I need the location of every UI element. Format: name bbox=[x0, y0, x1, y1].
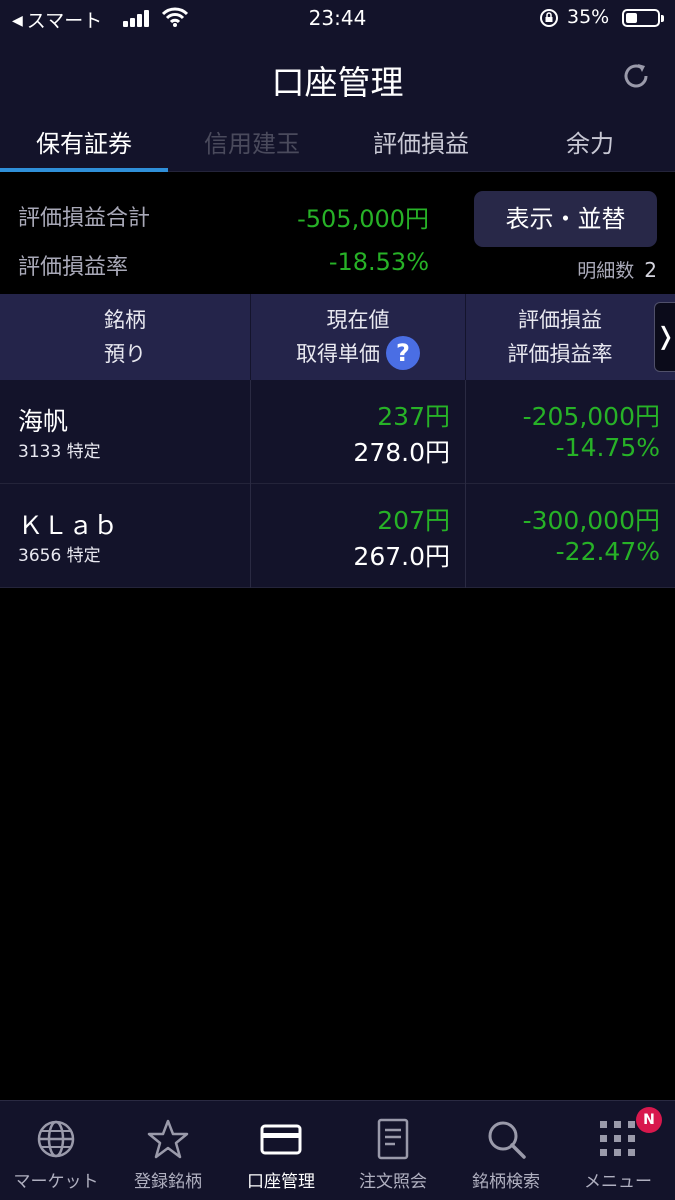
battery-icon bbox=[622, 9, 664, 27]
tab-valuation[interactable]: 評価損益 bbox=[337, 118, 505, 172]
pl-value: -300,000円 bbox=[522, 506, 660, 535]
refresh-icon[interactable] bbox=[620, 60, 652, 92]
header-col-stock[interactable]: 銘柄 預り bbox=[0, 294, 251, 380]
globe-icon bbox=[37, 1120, 75, 1158]
help-icon[interactable]: ? bbox=[386, 336, 420, 370]
nav-watchlist[interactable]: 登録銘柄 bbox=[112, 1101, 224, 1200]
nav-account-label: 口座管理 bbox=[247, 1172, 315, 1192]
nav-market-label: マーケット bbox=[13, 1172, 99, 1192]
tab-margin-label: 信用建玉 bbox=[204, 130, 300, 158]
nav-account[interactable]: 口座管理 bbox=[225, 1101, 337, 1200]
pl-rate-value: -18.53% bbox=[328, 248, 429, 276]
item-count: 明細数 2 bbox=[577, 256, 657, 283]
nav-menu-label: メニュー bbox=[584, 1172, 652, 1192]
pl-rate-label: 評価損益率 bbox=[18, 255, 129, 280]
nav-orders[interactable]: 注文照会 bbox=[337, 1101, 449, 1200]
search-icon bbox=[488, 1121, 526, 1159]
tab-margin[interactable]: 信用建玉 bbox=[168, 118, 336, 172]
summary-panel: 評価損益合計 -505,000円 評価損益率 -18.53% 表示・並替 明細数… bbox=[0, 172, 675, 294]
tab-buying-power[interactable]: 余力 bbox=[506, 118, 674, 172]
total-pl-label: 評価損益合計 bbox=[18, 206, 151, 231]
item-count-value: 2 bbox=[644, 258, 657, 282]
orientation-lock-icon bbox=[540, 9, 558, 27]
header-col-price[interactable]: 現在値 取得単価? bbox=[251, 294, 466, 380]
acquired-price: 278.0円 bbox=[353, 438, 450, 467]
stock-name: 海帆 bbox=[18, 407, 69, 436]
battery-percent: 35% bbox=[567, 6, 610, 28]
total-pl-value: -505,000円 bbox=[297, 205, 429, 233]
tab-holdings-label: 保有証券 bbox=[36, 130, 132, 158]
notification-badge: N bbox=[636, 1107, 662, 1133]
header-custody-label: 預り bbox=[104, 342, 146, 366]
stock-code: 3656 特定 bbox=[18, 546, 101, 566]
star-icon bbox=[147, 1119, 189, 1159]
item-count-label: 明細数 bbox=[577, 260, 635, 282]
row-stock-cell: ＫＬａｂ 3656 特定 bbox=[0, 484, 251, 588]
table-row[interactable]: 海帆 3133 特定 237円 278.0円 -205,000円 -14.75% bbox=[0, 380, 675, 484]
nav-search-label: 銘柄検索 bbox=[472, 1172, 540, 1192]
acquired-price: 267.0円 bbox=[353, 542, 450, 571]
tab-holdings[interactable]: 保有証券 bbox=[0, 118, 168, 172]
tab-valuation-label: 評価損益 bbox=[373, 130, 469, 158]
nav-orders-label: 注文照会 bbox=[359, 1172, 427, 1192]
header-pl-rate-label: 評価損益率 bbox=[507, 342, 613, 366]
bottom-nav: マーケット 登録銘柄 口座管理 注文照会 銘柄検索 N メニュー bbox=[0, 1100, 675, 1200]
document-icon bbox=[377, 1118, 409, 1160]
row-pl-cell: -300,000円 -22.47% bbox=[466, 484, 675, 588]
header-col-pl[interactable]: 評価損益 評価損益率 bbox=[466, 294, 654, 380]
scroll-right-icon[interactable]: ❭ bbox=[654, 302, 675, 372]
status-bar: ◀ スマート 23:44 35% bbox=[0, 0, 675, 36]
grid-icon bbox=[600, 1121, 635, 1156]
tab-bar: 保有証券 信用建玉 評価損益 余力 bbox=[0, 118, 675, 172]
header-pl-label: 評価損益 bbox=[518, 308, 602, 332]
nav-bar: 口座管理 bbox=[0, 36, 675, 118]
pl-rate: -22.47% bbox=[555, 537, 660, 566]
pl-value: -205,000円 bbox=[522, 402, 660, 431]
card-icon bbox=[260, 1124, 302, 1155]
nav-market[interactable]: マーケット bbox=[0, 1101, 112, 1200]
table-header: 銘柄 預り 現在値 取得単価? 評価損益 評価損益率 bbox=[0, 294, 675, 380]
row-price-cell: 237円 278.0円 bbox=[251, 380, 466, 484]
nav-watchlist-label: 登録銘柄 bbox=[134, 1172, 202, 1192]
nav-menu[interactable]: N メニュー bbox=[562, 1101, 674, 1200]
header-stock-label: 銘柄 bbox=[104, 308, 146, 332]
page-title: 口座管理 bbox=[271, 63, 404, 102]
nav-search[interactable]: 銘柄検索 bbox=[450, 1101, 562, 1200]
stock-code: 3133 特定 bbox=[18, 442, 101, 462]
pl-rate: -14.75% bbox=[555, 433, 660, 462]
table-row[interactable]: ＫＬａｂ 3656 特定 207円 267.0円 -300,000円 -22.4… bbox=[0, 484, 675, 588]
current-price: 207円 bbox=[377, 506, 450, 535]
tab-buying-power-label: 余力 bbox=[566, 130, 614, 158]
stock-name: ＫＬａｂ bbox=[18, 511, 119, 540]
header-acquired-price-label: 取得単価 bbox=[296, 342, 380, 366]
row-stock-cell: 海帆 3133 特定 bbox=[0, 380, 251, 484]
row-pl-cell: -205,000円 -14.75% bbox=[466, 380, 675, 484]
current-price: 237円 bbox=[377, 402, 450, 431]
display-sort-button[interactable]: 表示・並替 bbox=[474, 191, 657, 247]
header-current-price-label: 現在値 bbox=[326, 308, 390, 332]
row-price-cell: 207円 267.0円 bbox=[251, 484, 466, 588]
